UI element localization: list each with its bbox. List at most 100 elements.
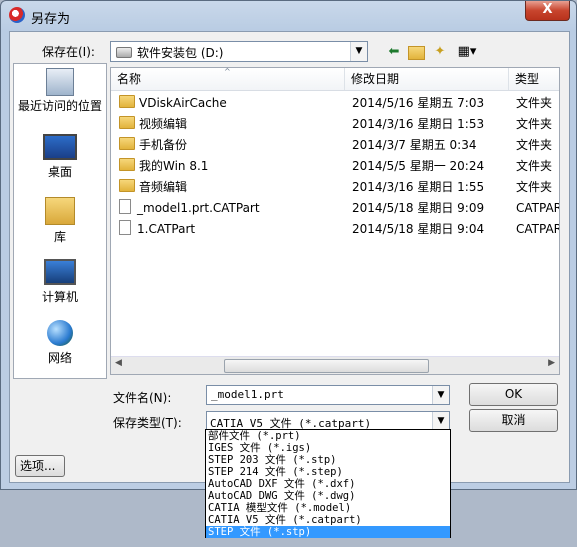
dialog-title: 另存为 bbox=[31, 12, 71, 27]
filename-input[interactable]: _model1.prt ▼ bbox=[206, 385, 450, 405]
scroll-left-icon[interactable]: ◀ bbox=[115, 358, 122, 368]
filename-value: _model1.prt bbox=[211, 388, 284, 401]
column-name[interactable]: 名称 ^ bbox=[111, 68, 345, 90]
column-name-label: 名称 bbox=[117, 72, 142, 86]
back-arrow-icon[interactable]: ⬅ bbox=[385, 43, 403, 61]
folder-icon bbox=[119, 179, 135, 192]
file-name: VDiskAirCache bbox=[139, 96, 227, 110]
title-bar[interactable]: 另存为 X bbox=[1, 1, 576, 31]
file-name: 手机备份 bbox=[139, 138, 188, 152]
place-desktop[interactable]: 桌面 bbox=[14, 134, 106, 180]
file-name-cell: VDiskAirCache bbox=[119, 93, 345, 114]
file-type: 文件夹 bbox=[516, 96, 553, 110]
place-label: 最近访问的位置 bbox=[17, 99, 102, 113]
save-in-label: 保存在(I): bbox=[42, 45, 95, 59]
folder-icon bbox=[119, 137, 135, 150]
table-row[interactable]: _model1.prt.CATPart 2014/5/18 星期日 9:09 CAT… bbox=[111, 198, 559, 219]
view-menu-icon[interactable]: ▦▾ bbox=[453, 43, 481, 61]
sort-up-icon: ^ bbox=[224, 67, 231, 76]
file-name: 我的Win 8.1 bbox=[139, 159, 209, 173]
file-name-cell: 手机备份 bbox=[119, 135, 345, 156]
file-name-cell: 音频编辑 bbox=[119, 177, 345, 198]
file-name-cell: _model1.prt.CATPart bbox=[119, 198, 345, 219]
file-name: 1.CATPart bbox=[137, 222, 196, 236]
scroll-thumb[interactable] bbox=[224, 359, 429, 373]
ok-button[interactable]: OK bbox=[469, 383, 558, 406]
table-row[interactable]: VDiskAirCache 2014/5/16 星期五 7:03 文件夹 bbox=[111, 93, 559, 114]
recent-places-icon bbox=[46, 68, 74, 96]
file-type: 文件夹 bbox=[516, 117, 553, 131]
chevron-down-icon[interactable]: ▼ bbox=[432, 386, 449, 404]
file-icon bbox=[119, 199, 131, 214]
file-date: 2014/3/16 星期日 1:55 bbox=[352, 180, 485, 194]
file-type: CATPAR bbox=[516, 222, 559, 236]
file-name: _model1.prt.CATPart bbox=[137, 201, 260, 215]
filetype-option[interactable]: STEP 文件 (*.stp) bbox=[206, 526, 450, 538]
place-recent[interactable]: 最近访问的位置 bbox=[14, 68, 106, 113]
file-name: 视频编辑 bbox=[139, 117, 188, 131]
file-name-cell: 我的Win 8.1 bbox=[119, 156, 345, 177]
chevron-down-icon[interactable]: ▼ bbox=[432, 412, 449, 430]
drive-icon bbox=[116, 47, 132, 58]
filetype-option[interactable]: IGES 文件 (*.igs) bbox=[206, 442, 450, 454]
file-type: 文件夹 bbox=[516, 138, 553, 152]
place-label: 库 bbox=[53, 230, 66, 244]
table-row[interactable]: 音频编辑 2014/3/16 星期日 1:55 文件夹 bbox=[111, 177, 559, 198]
table-row[interactable]: 1.CATPart 2014/5/18 星期日 9:04 CATPAR bbox=[111, 219, 559, 240]
column-date[interactable]: 修改日期 bbox=[345, 68, 509, 90]
horizontal-scrollbar[interactable]: ◀ ▶ bbox=[111, 356, 559, 374]
table-row[interactable]: 手机备份 2014/3/7 星期五 0:34 文件夹 bbox=[111, 135, 559, 156]
file-date: 2014/5/16 星期五 7:03 bbox=[352, 96, 485, 110]
filetype-select[interactable]: CATIA V5 文件 (*.catpart) ▼ bbox=[206, 411, 450, 431]
filetype-option[interactable]: AutoCAD DWG 文件 (*.dwg) bbox=[206, 490, 450, 502]
file-type: CATPAR bbox=[516, 201, 559, 215]
desktop-icon bbox=[43, 134, 77, 160]
place-libraries[interactable]: 库 bbox=[14, 197, 106, 245]
save-in-combo[interactable]: 软件安装包 (D:) ▼ bbox=[110, 41, 368, 62]
file-date: 2014/5/18 星期日 9:09 bbox=[352, 201, 485, 215]
filetype-option[interactable]: STEP 203 文件 (*.stp) bbox=[206, 454, 450, 466]
close-button[interactable]: X bbox=[525, 1, 570, 21]
filetype-dropdown[interactable]: 部件文件 (*.prt) IGES 文件 (*.igs) STEP 203 文件 (… bbox=[205, 429, 451, 538]
filetype-option[interactable]: CATIA V5 文件 (*.catpart) bbox=[206, 514, 450, 526]
filetype-option[interactable]: STEP 214 文件 (*.step) bbox=[206, 466, 450, 478]
table-row[interactable]: 我的Win 8.1 2014/5/5 星期一 20:24 文件夹 bbox=[111, 156, 559, 177]
save-as-dialog: 另存为 X 保存在(I): 软件安装包 (D:) ▼ ⬅ ✦ ▦▾ 最近访问的位… bbox=[0, 0, 577, 490]
up-folder-icon[interactable] bbox=[407, 43, 425, 61]
place-label: 网络 bbox=[47, 351, 72, 365]
filetype-option[interactable]: 部件文件 (*.prt) bbox=[206, 430, 450, 442]
file-date: 2014/3/7 星期五 0:34 bbox=[352, 138, 477, 152]
file-type: 文件夹 bbox=[516, 159, 553, 173]
filetype-option[interactable]: CATIA 模型文件 (*.model) bbox=[206, 502, 450, 514]
new-folder-icon[interactable]: ✦ bbox=[431, 43, 449, 61]
place-label: 桌面 bbox=[47, 165, 72, 179]
save-in-value: 软件安装包 (D:) bbox=[137, 46, 224, 60]
computer-icon bbox=[44, 259, 76, 285]
places-bar: 最近访问的位置 桌面 库 计算机 网络 bbox=[13, 63, 107, 379]
table-row[interactable]: 视频编辑 2014/3/16 星期日 1:53 文件夹 bbox=[111, 114, 559, 135]
chevron-down-icon[interactable]: ▼ bbox=[350, 42, 367, 61]
scroll-right-icon[interactable]: ▶ bbox=[548, 358, 555, 368]
file-date: 2014/5/18 星期日 9:04 bbox=[352, 222, 485, 236]
place-computer[interactable]: 计算机 bbox=[14, 259, 106, 305]
options-button[interactable]: 选项... bbox=[15, 455, 65, 477]
file-name-cell: 视频编辑 bbox=[119, 114, 345, 135]
place-network[interactable]: 网络 bbox=[14, 320, 106, 366]
filetype-label: 保存类型(T): bbox=[113, 416, 182, 430]
place-label: 计算机 bbox=[41, 290, 78, 304]
list-header: 名称 ^ 修改日期 类型 bbox=[111, 68, 559, 91]
folder-icon bbox=[119, 116, 135, 129]
folder-icon bbox=[119, 95, 135, 108]
app-logo-icon bbox=[9, 7, 25, 23]
file-name-cell: 1.CATPart bbox=[119, 219, 345, 240]
network-icon bbox=[47, 320, 73, 346]
file-type: 文件夹 bbox=[516, 180, 553, 194]
file-list[interactable]: 名称 ^ 修改日期 类型 VDiskAirCache 2014/5/16 星期五 … bbox=[110, 67, 560, 375]
filetype-option[interactable]: AutoCAD DXF 文件 (*.dxf) bbox=[206, 478, 450, 490]
file-date: 2014/5/5 星期一 20:24 bbox=[352, 159, 485, 173]
libraries-icon bbox=[45, 197, 75, 225]
file-name: 音频编辑 bbox=[139, 180, 188, 194]
column-type[interactable]: 类型 bbox=[509, 68, 559, 90]
filename-label: 文件名(N): bbox=[113, 391, 172, 405]
cancel-button[interactable]: 取消 bbox=[469, 409, 558, 432]
